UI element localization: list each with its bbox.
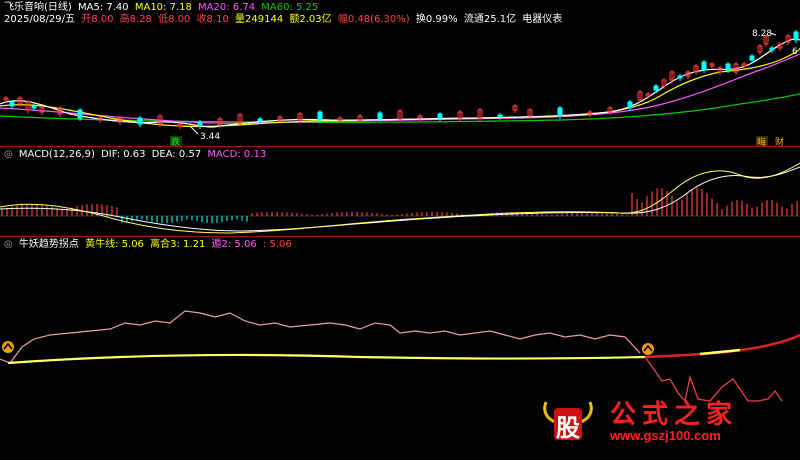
ma60-label: MA60: 5.25	[261, 2, 319, 13]
macd-chart-panel[interactable]	[0, 161, 800, 236]
ma5-label: MA5: 7.40	[78, 2, 129, 13]
right-edge-label: 6	[792, 47, 798, 57]
sector-label[interactable]: 电器仪表	[522, 14, 562, 25]
volume-label: 量249144	[235, 14, 284, 25]
candle-body	[497, 114, 503, 118]
change-label: 幅0.48(6.30%)	[337, 14, 410, 25]
candle-body	[653, 85, 659, 91]
watermark-url: www.gszj100.com	[610, 428, 721, 443]
close-label: 收8.10	[196, 14, 229, 25]
low-label: 低8.00	[158, 14, 191, 25]
price-header-row2: 2025/08/29/五 开8.00 高8.28 低8.00 收8.10 量24…	[4, 13, 565, 26]
merge-label: 离合3: 1.21	[150, 239, 206, 250]
price-chart-panel[interactable]: 3.44 8.28 6 跌 晦 财	[0, 26, 800, 146]
macd-dea: DEA: 0.57	[151, 149, 202, 160]
low-price-label: 3.44	[200, 132, 220, 142]
macd-dea-line	[0, 166, 800, 232]
bull-yellow-line	[7, 353, 646, 365]
panel-divider-1	[0, 146, 800, 147]
candle-body	[197, 121, 203, 127]
candle-body	[677, 75, 683, 79]
macd-collapse-icon[interactable]: ◎	[4, 149, 13, 160]
candle-body	[317, 111, 323, 121]
amount-label: 额2.03亿	[289, 14, 332, 25]
tag-die[interactable]: 跌	[171, 137, 180, 146]
bull-red-line	[644, 333, 800, 359]
macd-title[interactable]: MACD(12,26,9)	[19, 149, 95, 160]
tag-cai[interactable]: 财	[775, 136, 784, 146]
candle-body	[377, 112, 383, 120]
candle-body	[31, 105, 37, 109]
candle-body	[725, 63, 731, 71]
fold-value-label: : 5.06	[262, 239, 292, 250]
macd-dif: DIF: 0.63	[101, 149, 146, 160]
candle-body	[9, 101, 15, 107]
price-chart[interactable]: 3.44 8.28 6 跌 晦 财	[0, 26, 800, 146]
yellow-line-label: 黄牛线: 5.06	[85, 239, 144, 250]
macd-header: ◎ MACD(12,26,9) DIF: 0.63 DEA: 0.57 MACD…	[4, 148, 269, 161]
candle-body	[769, 47, 775, 51]
macd-value: MACD: 0.13	[207, 149, 267, 160]
watermark: 股 公式之家 www.gszj100.com	[540, 394, 780, 446]
watermark-logo-text: 股	[556, 413, 580, 442]
panel-divider-2	[0, 236, 800, 237]
indicator-header: ◎ 牛妖趋势拐点 黄牛线: 5.06 离合3: 1.21 遁2: 5.06 : …	[4, 238, 298, 251]
indicator-title[interactable]: 牛妖趋势拐点	[19, 239, 79, 250]
candle-body	[749, 55, 755, 61]
ma20-label: MA20: 6.74	[198, 2, 256, 13]
watermark-logo: 股	[540, 394, 596, 442]
candle-body	[77, 109, 83, 119]
macd-chart[interactable]	[0, 161, 800, 236]
candle-body	[627, 101, 633, 109]
indicator-collapse-icon[interactable]: ◎	[4, 239, 13, 250]
stock-name[interactable]: 飞乐音响(日线)	[4, 2, 72, 13]
candle-body	[257, 118, 263, 122]
open-label: 开8.00	[81, 14, 114, 25]
candle-body	[557, 107, 563, 117]
date-label: 2025/08/29/五	[4, 14, 76, 25]
turnover-label: 换0.99%	[415, 14, 458, 25]
candle-body	[793, 31, 799, 41]
fold-label: 遁2: 5.06	[211, 239, 257, 250]
candle-body	[137, 117, 143, 125]
candle-body	[437, 113, 443, 119]
candle-body	[701, 61, 707, 71]
float-cap-label: 流通25.1亿	[463, 14, 517, 25]
high-label: 高8.28	[119, 14, 152, 25]
high-price-label: 8.28	[752, 29, 772, 39]
watermark-title: 公式之家	[610, 400, 739, 430]
ma10-label: MA10: 7.18	[134, 2, 192, 13]
tag-hui[interactable]: 晦	[757, 136, 766, 146]
